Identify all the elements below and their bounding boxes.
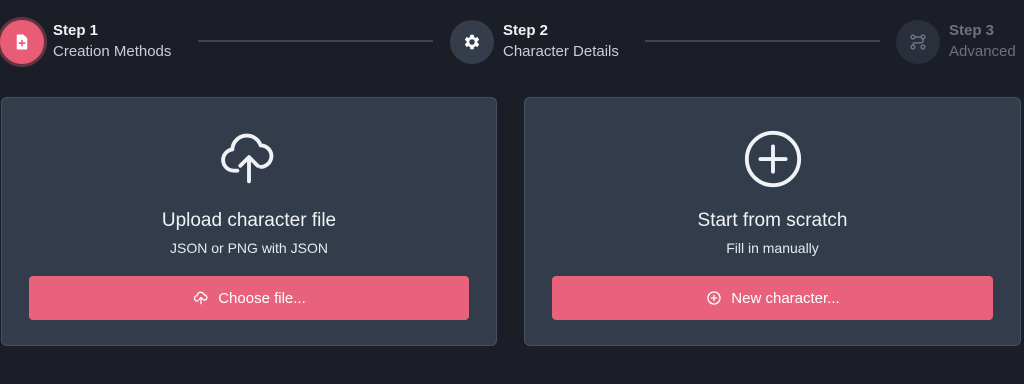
step-connector bbox=[198, 40, 433, 42]
choose-file-label: Choose file... bbox=[218, 289, 306, 307]
upload-card: Upload character file JSON or PNG with J… bbox=[1, 97, 497, 346]
creation-wizard: Step 1 Creation Methods Step 2 Character… bbox=[0, 0, 1024, 384]
step-1-indicator bbox=[0, 20, 44, 64]
step-connector bbox=[645, 40, 880, 42]
choose-file-button[interactable]: Choose file... bbox=[29, 276, 469, 320]
plus-circle-icon bbox=[705, 289, 723, 307]
upload-card-title: Upload character file bbox=[161, 210, 337, 231]
step-3-subtitle: Advanced bbox=[949, 43, 1016, 60]
step-2-title: Step 2 bbox=[503, 22, 549, 40]
plus-circle-icon bbox=[742, 128, 804, 190]
step-3-title: Step 3 bbox=[949, 22, 995, 40]
step-2-indicator bbox=[450, 20, 494, 64]
wizard-stepper: Step 1 Creation Methods Step 2 Character… bbox=[0, 18, 1024, 66]
scratch-card-title: Start from scratch bbox=[697, 210, 848, 231]
step-3[interactable]: Step 3 Advanced bbox=[896, 18, 1016, 66]
upload-card-subtitle: JSON or PNG with JSON bbox=[170, 240, 328, 256]
new-character-button[interactable]: New character... bbox=[552, 276, 993, 320]
cloud-upload-icon bbox=[192, 289, 210, 307]
step-3-indicator bbox=[896, 20, 940, 64]
scratch-card-subtitle: Fill in manually bbox=[726, 240, 819, 256]
scratch-card: Start from scratch Fill in manually New … bbox=[524, 97, 1021, 346]
gear-icon bbox=[462, 32, 482, 52]
step-2-subtitle: Character Details bbox=[503, 43, 619, 60]
step-1-subtitle: Creation Methods bbox=[53, 43, 172, 60]
file-plus-icon bbox=[13, 33, 31, 51]
new-character-label: New character... bbox=[731, 289, 840, 307]
cloud-upload-icon bbox=[218, 128, 280, 190]
step-1[interactable]: Step 1 Creation Methods bbox=[0, 18, 171, 66]
step-1-title: Step 1 bbox=[53, 22, 99, 40]
flow-icon bbox=[908, 32, 928, 52]
step-2[interactable]: Step 2 Character Details bbox=[450, 18, 619, 66]
